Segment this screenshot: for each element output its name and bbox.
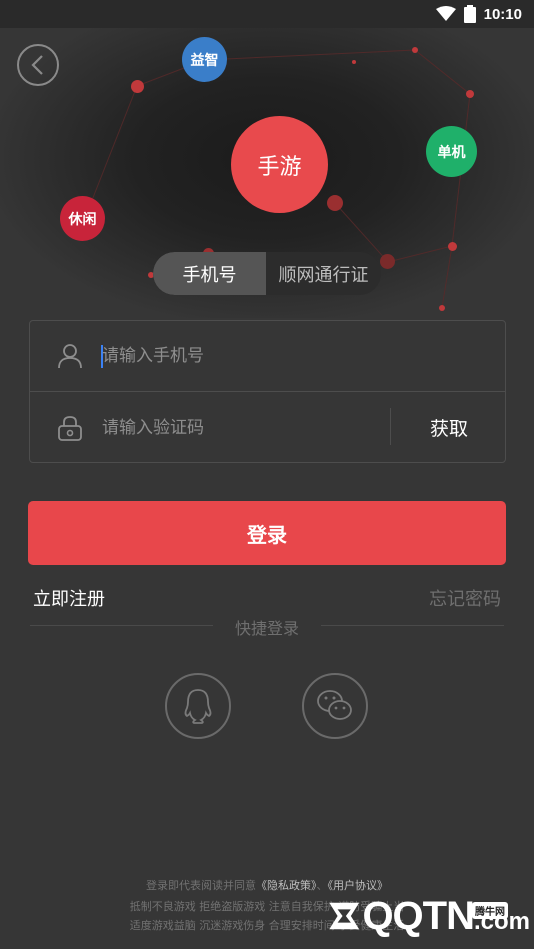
- code-input[interactable]: [102, 407, 382, 448]
- dot: [439, 305, 445, 311]
- wechat-icon: [317, 690, 352, 720]
- battery-icon: [463, 5, 476, 23]
- qq-icon: [184, 689, 212, 724]
- divider: [390, 408, 391, 445]
- dot: [352, 60, 356, 64]
- tab-shunwang-pass[interactable]: 顺网通行证: [266, 252, 381, 295]
- get-code-button[interactable]: 获取: [392, 392, 506, 462]
- dot: [131, 80, 144, 93]
- dot: [412, 47, 418, 53]
- register-link[interactable]: 立即注册: [33, 585, 105, 611]
- dot: [448, 242, 457, 251]
- wifi-icon: [435, 6, 456, 21]
- divider: [30, 625, 213, 626]
- login-button[interactable]: 登录: [28, 501, 506, 565]
- dot: [466, 90, 474, 98]
- code-row: 获取: [30, 392, 505, 463]
- watermark-text: QQTN: [362, 893, 475, 938]
- divider: [321, 625, 504, 626]
- phone-row: [30, 321, 505, 392]
- watermark: QQTN .com 腾牛网: [326, 888, 530, 944]
- bubble-danji: 单机: [426, 126, 477, 177]
- bubble-yizhi: 益智: [182, 37, 227, 82]
- user-icon: [58, 344, 82, 369]
- phone-input[interactable]: [102, 336, 382, 376]
- watermark-logo-icon: [329, 902, 360, 930]
- agreement-prefix: 登录即代表阅读并同意: [146, 879, 256, 892]
- qq-login-button[interactable]: [165, 673, 231, 739]
- chevron-left-icon: [31, 55, 43, 75]
- status-time: 10:10: [483, 5, 522, 23]
- dot: [327, 195, 343, 211]
- forgot-password-link[interactable]: 忘记密码: [429, 585, 501, 611]
- watermark-badge: 腾牛网: [472, 902, 508, 919]
- quick-login-label: 快捷登录: [234, 619, 299, 638]
- login-type-tabs: 手机号 顺网通行证: [153, 252, 381, 295]
- wechat-login-button[interactable]: [302, 673, 368, 739]
- bubble-shouyou: 手游: [231, 116, 328, 213]
- lock-icon: [58, 415, 82, 441]
- login-form: 获取: [29, 320, 506, 463]
- dot: [380, 254, 395, 269]
- status-bar: 10:10: [0, 0, 534, 28]
- privacy-policy-link[interactable]: 《隐私政策》: [256, 879, 317, 892]
- tab-phone[interactable]: 手机号: [153, 252, 266, 295]
- bubble-xiuxian: 休闲: [60, 196, 105, 241]
- back-button[interactable]: [17, 44, 59, 86]
